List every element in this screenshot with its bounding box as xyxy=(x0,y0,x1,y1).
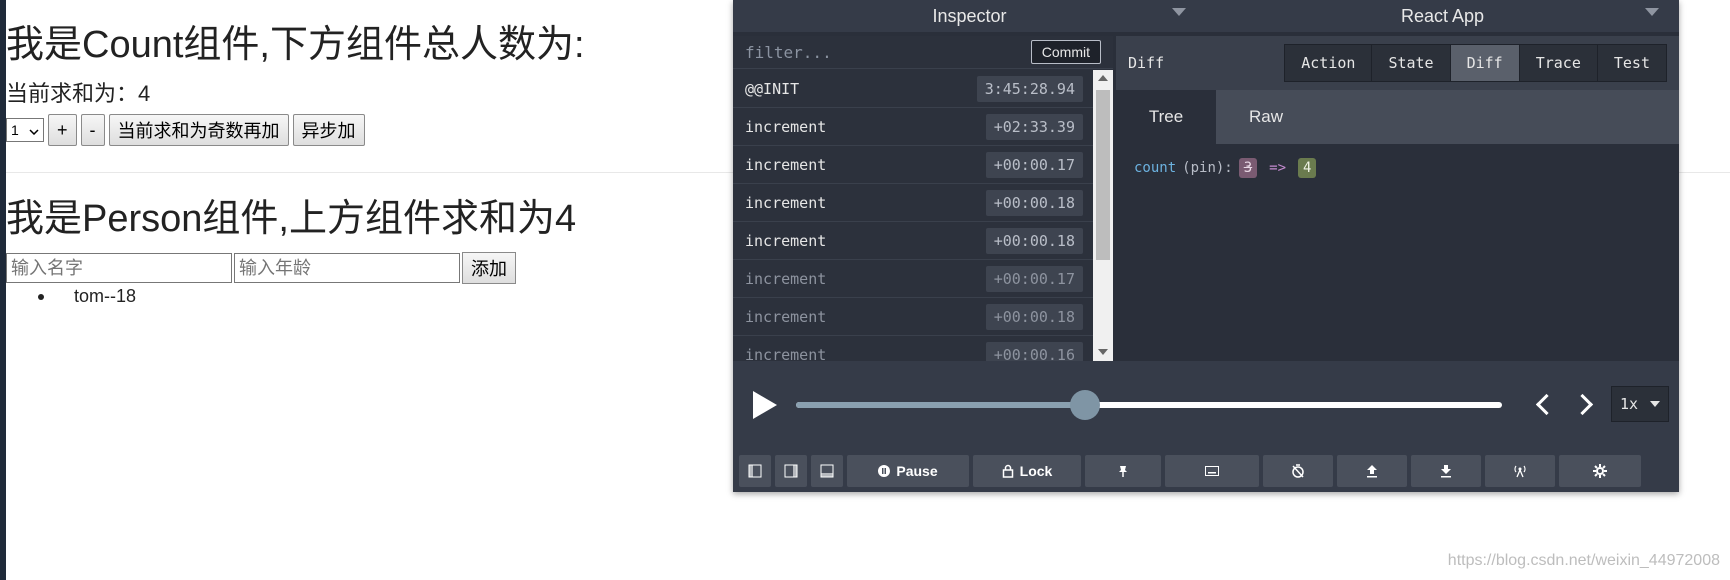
chevron-left-icon[interactable] xyxy=(1535,393,1558,416)
select-value: 1 xyxy=(11,122,19,138)
keyboard-icon[interactable] xyxy=(1165,454,1259,487)
gear-icon[interactable] xyxy=(1559,454,1641,487)
tab-raw[interactable]: Raw xyxy=(1216,90,1316,144)
scroll-up-icon[interactable] xyxy=(1098,75,1108,81)
chevron-down-icon xyxy=(29,122,39,138)
monitor-bar: Diff Action State Diff Trace Test xyxy=(1116,36,1679,90)
download-icon[interactable] xyxy=(1411,454,1481,487)
action-list-scrollbar[interactable] xyxy=(1093,70,1113,361)
count-title: 我是Count组件,下方组件总人数为: xyxy=(6,24,585,66)
count-controls: 1 + - 当前求和为奇数再加 异步加 xyxy=(6,114,365,146)
scroll-down-icon[interactable] xyxy=(1098,349,1108,355)
increment-select[interactable]: 1 xyxy=(6,118,44,142)
view-tabs: Tree Raw xyxy=(1116,90,1679,144)
action-item[interactable]: @@INIT 3:45:28.94 xyxy=(733,70,1093,108)
devtools-toolbar: Pause Lock xyxy=(733,449,1679,492)
watermark: https://blog.csdn.net/weixin_44972008 xyxy=(1447,552,1720,569)
speed-select[interactable]: 1x xyxy=(1611,386,1669,422)
dock-bottom-icon[interactable] xyxy=(811,454,843,487)
filter-input[interactable]: filter... xyxy=(745,43,832,62)
scroll-thumb[interactable] xyxy=(1096,90,1110,260)
add-button[interactable]: 添加 xyxy=(462,252,516,284)
action-time: +00:00.17 xyxy=(985,151,1083,178)
bullet-icon xyxy=(38,294,44,301)
action-time: +00:00.18 xyxy=(985,189,1083,216)
monitor-tabs: Action State Diff Trace Test xyxy=(1284,44,1667,82)
tab-tree[interactable]: Tree xyxy=(1116,90,1216,144)
action-time: +00:00.18 xyxy=(985,303,1083,330)
tab-test[interactable]: Test xyxy=(1596,45,1666,81)
instance-dropdown[interactable]: React App xyxy=(1206,0,1679,32)
tab-diff[interactable]: Diff xyxy=(1449,45,1519,81)
caret-down-icon xyxy=(1650,401,1660,407)
caret-down-icon xyxy=(1172,8,1186,16)
tab-state[interactable]: State xyxy=(1371,45,1450,81)
sum-text: 当前求和为：4 xyxy=(6,81,151,106)
list-item: tom--18 xyxy=(38,286,136,307)
chevron-right-icon[interactable] xyxy=(1571,393,1594,416)
action-time: +00:00.18 xyxy=(985,227,1083,254)
dock-right-icon[interactable] xyxy=(775,454,807,487)
action-item[interactable]: increment +00:00.18 xyxy=(733,184,1093,222)
pin-icon[interactable] xyxy=(1085,454,1161,487)
monitor-title: Diff xyxy=(1128,54,1165,72)
time-slider-track[interactable] xyxy=(796,402,1502,408)
action-item[interactable]: increment +00:00.17 xyxy=(733,146,1093,184)
time-slider-fill xyxy=(796,402,1086,408)
action-list: @@INIT 3:45:28.94 increment +02:33.39 incr… xyxy=(733,70,1093,361)
diff-key: count xyxy=(1134,160,1177,176)
lock-icon xyxy=(1002,464,1013,478)
diff-old-value: 3 xyxy=(1238,158,1258,178)
slider-player: 1x xyxy=(733,361,1679,449)
lock-button[interactable]: Lock xyxy=(973,454,1081,487)
tab-trace[interactable]: Trace xyxy=(1518,45,1597,81)
pause-button[interactable]: Pause xyxy=(847,454,969,487)
minus-button[interactable]: - xyxy=(80,114,105,146)
stopwatch-off-icon[interactable] xyxy=(1263,454,1333,487)
action-time: +00:00.16 xyxy=(985,341,1083,361)
diff-view: count (pin): 3 => 4 xyxy=(1116,144,1679,192)
remote-icon[interactable] xyxy=(1485,454,1555,487)
diff-arrow: => xyxy=(1269,160,1287,176)
filter-row: filter... Commit xyxy=(733,36,1113,69)
redux-devtools-panel: Inspector React App filter... Commit @@I… xyxy=(733,0,1679,492)
action-item[interactable]: increment +02:33.39 xyxy=(733,108,1093,146)
play-icon[interactable] xyxy=(753,391,777,419)
async-add-button[interactable]: 异步加 xyxy=(292,114,365,146)
action-item[interactable]: increment +00:00.18 xyxy=(733,298,1093,336)
odd-add-button[interactable]: 当前求和为奇数再加 xyxy=(108,114,289,146)
monitor-pane: Diff Action State Diff Trace Test Tree R… xyxy=(1116,36,1679,361)
action-time: 3:45:28.94 xyxy=(976,75,1083,102)
action-item[interactable]: increment +00:00.18 xyxy=(733,222,1093,260)
time-slider-knob[interactable] xyxy=(1070,390,1101,420)
diff-pin[interactable]: (pin): xyxy=(1182,160,1233,176)
action-time: +02:33.39 xyxy=(985,113,1083,140)
action-list-pane: filter... Commit @@INIT 3:45:28.94 increm… xyxy=(733,36,1113,361)
devtools-header: Inspector React App xyxy=(733,0,1679,32)
name-input[interactable] xyxy=(6,253,232,283)
dock-left-icon[interactable] xyxy=(739,454,771,487)
person-list: tom--18 xyxy=(38,286,136,307)
diff-new-value: 4 xyxy=(1298,158,1317,178)
person-title: 我是Person组件,上方组件求和为4 xyxy=(6,198,577,240)
action-time: +00:00.17 xyxy=(985,265,1083,292)
age-input[interactable] xyxy=(234,253,460,283)
inspector-dropdown[interactable]: Inspector xyxy=(733,0,1206,32)
person-inputs: 添加 xyxy=(6,252,516,284)
upload-icon[interactable] xyxy=(1337,454,1407,487)
pause-icon xyxy=(878,464,891,477)
caret-down-icon xyxy=(1645,8,1659,16)
tab-action[interactable]: Action xyxy=(1285,45,1372,81)
plus-button[interactable]: + xyxy=(48,114,77,146)
action-item[interactable]: increment +00:00.17 xyxy=(733,260,1093,298)
action-item[interactable]: increment +00:00.16 xyxy=(733,336,1093,361)
commit-button[interactable]: Commit xyxy=(1030,40,1101,64)
